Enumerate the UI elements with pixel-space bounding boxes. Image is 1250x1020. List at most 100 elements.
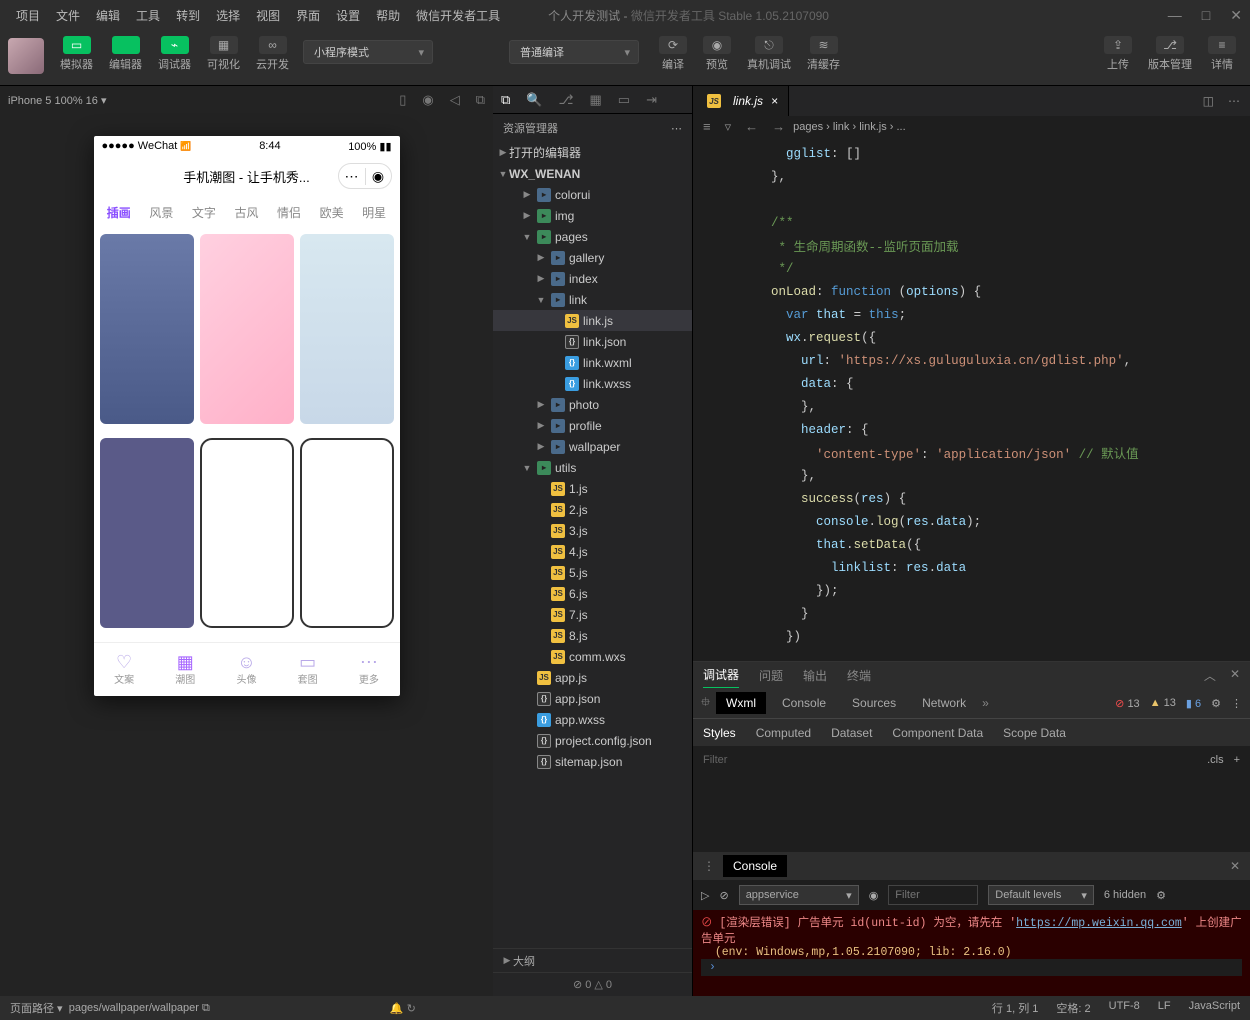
code-editor[interactable]: gglist: [] }, /** * 生命周期函数--监听页面加载 */ on…: [693, 138, 1250, 661]
nav-文案[interactable]: ♡文案: [114, 653, 134, 686]
devtools-sources[interactable]: Sources: [842, 692, 906, 714]
nav-头像[interactable]: ☺头像: [236, 653, 256, 686]
levels-select[interactable]: Default levels▾: [988, 885, 1094, 905]
cat-tab-2[interactable]: 文字: [192, 204, 216, 221]
file-5.js[interactable]: JS5.js: [493, 562, 692, 583]
devtools-console[interactable]: Console: [772, 692, 836, 714]
tool-上传[interactable]: ⇪上传: [1098, 34, 1138, 74]
split-icon[interactable]: ◫: [1203, 94, 1214, 108]
cat-tab-4[interactable]: 情侣: [277, 204, 301, 221]
clear-icon[interactable]: ⊘: [719, 889, 728, 902]
compdata-tab[interactable]: Component Data: [892, 726, 983, 740]
tool-可视化[interactable]: ▦可视化: [201, 34, 246, 74]
file-utils[interactable]: ▼▸utils: [493, 457, 692, 478]
nav-套图[interactable]: ▭套图: [298, 653, 318, 686]
nav-潮图[interactable]: ▦潮图: [175, 653, 195, 686]
context-select[interactable]: appservice▾: [739, 885, 859, 905]
cat-tab-3[interactable]: 古风: [234, 204, 258, 221]
avatar[interactable]: [8, 38, 44, 74]
status-item[interactable]: JavaScript: [1189, 1000, 1240, 1016]
back-icon[interactable]: ←: [745, 119, 758, 135]
hidden-count[interactable]: 6 hidden: [1104, 889, 1146, 901]
link-icon[interactable]: ⇥: [646, 92, 657, 108]
file-link.wxss[interactable]: {}link.wxss: [493, 373, 692, 394]
cls-toggle[interactable]: .cls: [1207, 754, 1224, 766]
minimize-button[interactable]: —: [1168, 7, 1182, 24]
file-3.js[interactable]: JS3.js: [493, 520, 692, 541]
file-6.js[interactable]: JS6.js: [493, 583, 692, 604]
tool-编辑器[interactable]: 编辑器: [103, 34, 148, 74]
file-photo[interactable]: ▶▸photo: [493, 394, 692, 415]
file-profile[interactable]: ▶▸profile: [493, 415, 692, 436]
menu-设置[interactable]: 设置: [328, 7, 368, 24]
cat-tab-0[interactable]: 插画: [107, 204, 131, 221]
ctx-icon[interactable]: ▷: [701, 889, 709, 902]
menu-帮助[interactable]: 帮助: [368, 7, 408, 24]
file-img[interactable]: ▶▸img: [493, 205, 692, 226]
menu-编辑[interactable]: 编辑: [88, 7, 128, 24]
status-item[interactable]: 行 1, 列 1: [992, 1000, 1038, 1016]
capsule[interactable]: ⋯◉: [338, 163, 392, 189]
file-link.js[interactable]: JSlink.js: [493, 310, 692, 331]
file-gallery[interactable]: ▶▸gallery: [493, 247, 692, 268]
file-comm.wxs[interactable]: JScomm.wxs: [493, 646, 692, 667]
device-label[interactable]: iPhone 5 100% 16 ▾: [8, 94, 107, 107]
bookmark-icon[interactable]: ▿: [725, 119, 732, 135]
mute-icon[interactable]: ◁: [450, 92, 460, 108]
search-icon[interactable]: 🔍: [526, 92, 542, 108]
gear-icon[interactable]: ⚙: [1156, 889, 1166, 902]
file-link[interactable]: ▼▸link: [493, 289, 692, 310]
gear-icon[interactable]: ⚙: [1211, 697, 1221, 710]
console-filter-input[interactable]: [888, 885, 978, 905]
file-pages[interactable]: ▼▸pages: [493, 226, 692, 247]
tab-output[interactable]: 输出: [803, 667, 827, 684]
cat-tab-5[interactable]: 欧美: [320, 204, 344, 221]
module-icon[interactable]: ▦: [589, 92, 601, 108]
file-8.js[interactable]: JS8.js: [493, 625, 692, 646]
tool-真机调试[interactable]: ⎋真机调试: [741, 34, 797, 74]
record-icon[interactable]: ◉: [422, 92, 433, 108]
tab-terminal[interactable]: 终端: [847, 667, 871, 684]
tool-云开发[interactable]: ∞云开发: [250, 34, 295, 74]
inspect-icon[interactable]: ⯐: [701, 693, 710, 714]
status-item[interactable]: UTF-8: [1109, 1000, 1140, 1016]
file-app.js[interactable]: JSapp.js: [493, 667, 692, 688]
menu-工具[interactable]: 工具: [128, 7, 168, 24]
branch-icon[interactable]: ⎇: [558, 92, 573, 108]
file-sitemap.json[interactable]: {}sitemap.json: [493, 751, 692, 772]
file-link.wxml[interactable]: {}link.wxml: [493, 352, 692, 373]
file-project.config.json[interactable]: {}project.config.json: [493, 730, 692, 751]
eye-icon[interactable]: ◉: [869, 889, 879, 902]
menu-文件[interactable]: 文件: [48, 7, 88, 24]
devtools-wxml[interactable]: Wxml: [716, 692, 766, 714]
nav-更多[interactable]: ⋯更多: [359, 653, 379, 686]
tool-调试器[interactable]: ⌁调试器: [152, 34, 197, 74]
opened-editors[interactable]: ▶打开的编辑器: [493, 142, 692, 163]
close-icon[interactable]: ✕: [1230, 859, 1240, 873]
styles-tab[interactable]: Styles: [703, 726, 736, 740]
close-icon[interactable]: ×: [771, 94, 778, 108]
menu-界面[interactable]: 界面: [288, 7, 328, 24]
tool-模拟器[interactable]: ▭模拟器: [54, 34, 99, 74]
compile-select[interactable]: 普通编译▾: [509, 40, 639, 64]
file-colorui[interactable]: ▶▸colorui: [493, 184, 692, 205]
forward-icon[interactable]: →: [772, 119, 785, 135]
dataset-tab[interactable]: Dataset: [831, 726, 872, 740]
tab-problems[interactable]: 问题: [759, 667, 783, 684]
tool-编译[interactable]: ⟳编译: [653, 34, 693, 74]
menu-视图[interactable]: 视图: [248, 7, 288, 24]
file-app.json[interactable]: {}app.json: [493, 688, 692, 709]
copy-icon[interactable]: ⧉: [476, 92, 485, 108]
book-icon[interactable]: ▭: [618, 92, 630, 108]
outline-label[interactable]: 大纲: [513, 953, 535, 969]
copy-icon[interactable]: ⧉: [202, 1002, 210, 1015]
status-item[interactable]: LF: [1158, 1000, 1171, 1016]
close-icon[interactable]: ✕: [1230, 667, 1240, 684]
menu-转到[interactable]: 转到: [168, 7, 208, 24]
cat-tab-1[interactable]: 风景: [149, 204, 173, 221]
file-link.json[interactable]: {}link.json: [493, 331, 692, 352]
close-button[interactable]: ✕: [1230, 7, 1242, 24]
devtools-network[interactable]: Network: [912, 692, 976, 714]
tool-预览[interactable]: ◉预览: [697, 34, 737, 74]
list-icon[interactable]: ≡: [703, 119, 711, 135]
